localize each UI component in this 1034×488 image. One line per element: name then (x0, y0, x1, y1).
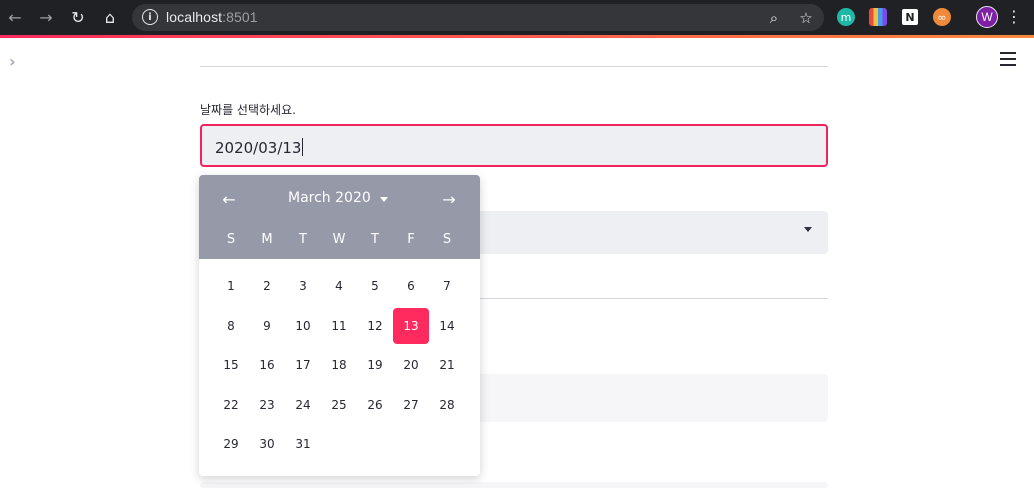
info-icon[interactable]: i (142, 9, 158, 25)
text-caret (302, 138, 304, 156)
calendar-day[interactable]: 5 (357, 268, 393, 304)
calendar-day[interactable]: 11 (321, 308, 357, 344)
calendar-day[interactable]: 21 (429, 347, 465, 383)
weekday-label: S (442, 232, 452, 247)
calendar-day[interactable]: 22 (213, 387, 249, 423)
calendar-day[interactable]: 31 (285, 426, 321, 462)
sidebar-expand-chevron-icon[interactable]: › (9, 52, 16, 71)
calendar-day[interactable]: 19 (357, 347, 393, 383)
calendar-day[interactable]: 20 (393, 347, 429, 383)
date-input-label: 날짜를 선택하세요. (200, 103, 296, 117)
browser-toolbar: ← → ↻ ⌂ i localhost:8501 ⌕ ☆ m N ∞ W ⋮ (0, 0, 1034, 35)
calendar-day[interactable]: 7 (429, 268, 465, 304)
calendar-day[interactable]: 28 (429, 387, 465, 423)
calendar-day[interactable]: 3 (285, 268, 321, 304)
m-extension-icon[interactable]: m (837, 8, 855, 26)
calendar-day[interactable]: 29 (213, 426, 249, 462)
zoom-icon[interactable]: ⌕ (764, 8, 784, 28)
calendar-day[interactable]: 6 (393, 268, 429, 304)
weekday-label: M (261, 232, 273, 247)
header-accent-bar (0, 35, 1034, 38)
calendar-day[interactable]: 15 (213, 347, 249, 383)
calendar-day[interactable]: 17 (285, 347, 321, 383)
weekday-label: T (371, 232, 379, 247)
calendar-day[interactable]: 18 (321, 347, 357, 383)
weekday-label: W (332, 232, 346, 247)
calendar-day[interactable]: 27 (393, 387, 429, 423)
weekday-label: S (226, 232, 236, 247)
bookmark-star-icon[interactable]: ☆ (796, 8, 816, 28)
reload-icon[interactable]: ↻ (68, 7, 88, 27)
forward-arrow-icon[interactable]: → (36, 7, 56, 27)
browser-menu-icon[interactable]: ⋮ (1006, 7, 1022, 26)
calendar-day[interactable]: 1 (213, 268, 249, 304)
next-month-arrow-icon[interactable]: → (439, 189, 459, 209)
calendar-day[interactable]: 2 (249, 268, 285, 304)
calendar-day[interactable]: 4 (321, 268, 357, 304)
previous-month-arrow-icon[interactable]: ← (219, 189, 239, 209)
calendar-day[interactable]: 24 (285, 387, 321, 423)
weekday-label: F (407, 232, 415, 247)
calendar-day[interactable]: 23 (249, 387, 285, 423)
profile-avatar[interactable]: W (976, 6, 998, 28)
calendar-day[interactable]: 12 (357, 308, 393, 344)
calendar-day[interactable]: 26 (357, 387, 393, 423)
calendar-day-selected[interactable]: 13 (393, 307, 429, 344)
content-block (200, 482, 828, 488)
month-dropdown-caret-icon[interactable] (380, 197, 388, 202)
calendar-day[interactable]: 10 (285, 308, 321, 344)
back-arrow-icon[interactable]: ← (5, 7, 25, 27)
glasses-extension-icon[interactable]: ∞ (933, 8, 951, 26)
calendar-day[interactable]: 14 (429, 308, 465, 344)
calendar-day[interactable]: 9 (249, 308, 285, 344)
calendar-day[interactable]: 30 (249, 426, 285, 462)
address-bar[interactable]: i localhost:8501 ⌕ ☆ (132, 4, 824, 31)
date-input[interactable]: 2020/03/13 (200, 124, 828, 167)
date-input-value: 2020/03/13 (215, 138, 304, 157)
notion-extension-icon[interactable]: N (901, 8, 919, 26)
divider (200, 66, 828, 67)
weekday-label: T (299, 232, 307, 247)
app-menu-hamburger-icon[interactable] (1000, 52, 1016, 68)
month-year-selector[interactable]: March 2020 (288, 190, 371, 206)
home-icon[interactable]: ⌂ (100, 7, 120, 27)
calendar-day[interactable]: 25 (321, 387, 357, 423)
date-picker-calendar: ← March 2020 → S M T W T F S 1 2 3 4 5 6 7 8 9 10 11 12 13 1… (199, 175, 480, 476)
dropdown-arrow-icon (804, 227, 812, 232)
palette-extension-icon[interactable] (869, 8, 887, 26)
calendar-day[interactable]: 8 (213, 308, 249, 344)
calendar-day[interactable]: 16 (249, 347, 285, 383)
url-text: localhost:8501 (166, 9, 258, 25)
